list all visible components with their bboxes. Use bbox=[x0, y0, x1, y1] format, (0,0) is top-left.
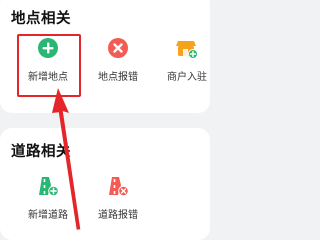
annotation-arrow-icon bbox=[52, 88, 81, 230]
